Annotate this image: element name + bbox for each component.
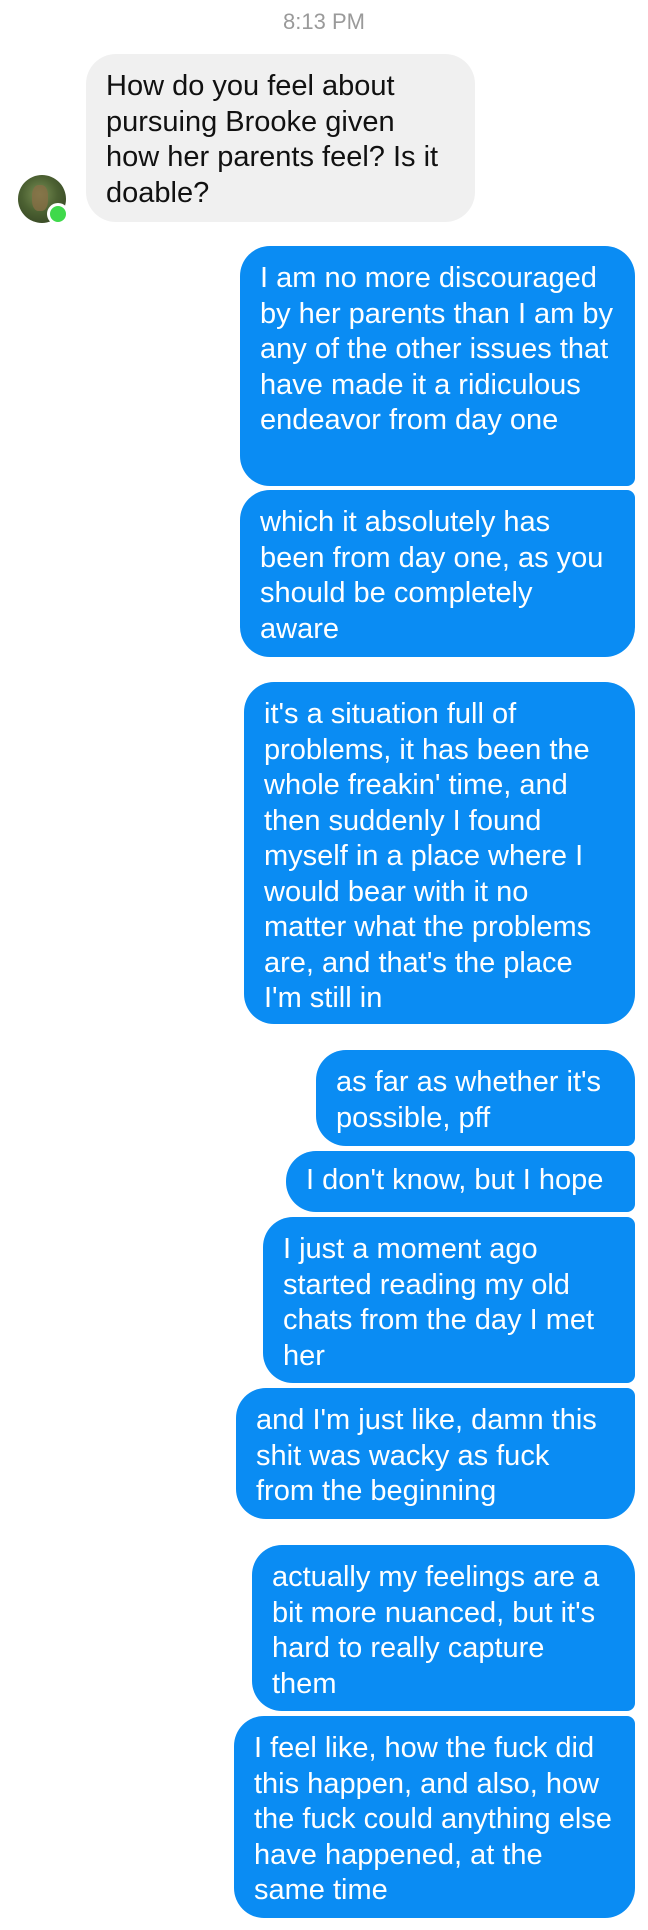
online-status-dot	[47, 203, 69, 225]
message-bubble-outgoing[interactable]: I feel like, how the fuck did this happe…	[234, 1716, 635, 1918]
message-bubble-outgoing[interactable]: I am no more discouraged by her parents …	[240, 246, 635, 486]
message-bubble-outgoing[interactable]: which it absolutely has been from day on…	[240, 490, 635, 657]
message-bubble-outgoing[interactable]: and I'm just like, damn this shit was wa…	[236, 1388, 635, 1519]
message-bubble-incoming[interactable]: How do you feel about pursuing Brooke gi…	[86, 54, 475, 222]
message-bubble-outgoing[interactable]: actually my feelings are a bit more nuan…	[252, 1545, 635, 1711]
message-bubble-outgoing[interactable]: I don't know, but I hope	[286, 1151, 635, 1212]
timestamp: 8:13 PM	[283, 9, 365, 34]
message-bubble-outgoing[interactable]: I just a moment ago started reading my o…	[263, 1217, 635, 1383]
message-bubble-outgoing[interactable]: as far as whether it's possible, pff	[316, 1050, 635, 1146]
message-bubble-outgoing[interactable]: it's a situation full of problems, it ha…	[244, 682, 635, 1024]
contact-avatar[interactable]	[18, 175, 69, 225]
